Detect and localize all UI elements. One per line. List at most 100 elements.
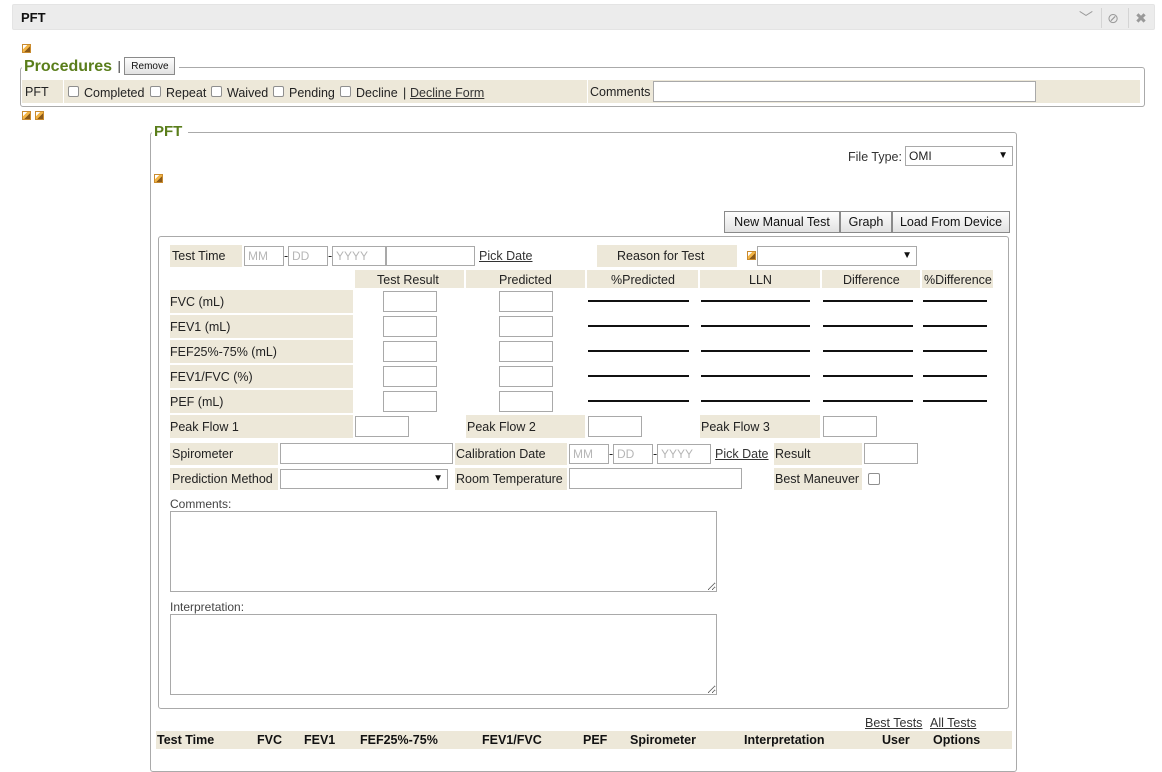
cell-divider xyxy=(63,80,64,103)
grid-header-test-result: Test Result xyxy=(377,273,439,287)
remove-button[interactable]: Remove xyxy=(124,57,176,75)
best-maneuver-checkbox[interactable] xyxy=(868,473,880,485)
pef-lln-value xyxy=(701,400,810,402)
fvc-test-result-input[interactable] xyxy=(383,291,437,312)
edit-pencil-icon[interactable] xyxy=(22,111,31,120)
completed-checkbox[interactable] xyxy=(68,86,79,97)
all-tests-link[interactable]: All Tests xyxy=(930,716,976,730)
test-time-label: Test Time xyxy=(172,249,226,263)
close-icon[interactable]: ✖ xyxy=(1131,9,1151,27)
fef-predicted-input[interactable] xyxy=(499,341,553,362)
reason-for-test-select[interactable]: ▼ xyxy=(757,246,917,266)
fev1-fvc-predicted-input[interactable] xyxy=(499,366,553,387)
grid-header-percent-predicted: %Predicted xyxy=(611,273,675,287)
peak-flow-3-input[interactable] xyxy=(823,416,877,437)
results-col-test-time[interactable]: Test Time xyxy=(157,733,214,747)
calibration-pick-date-link[interactable]: Pick Date xyxy=(715,447,769,461)
collapse-icon[interactable]: ﹀ xyxy=(1076,9,1096,27)
decline-form-link[interactable]: Decline Form xyxy=(410,86,484,100)
procedures-legend: Procedures | Remove xyxy=(22,57,180,76)
result-input[interactable] xyxy=(864,443,918,464)
graph-button[interactable]: Graph xyxy=(840,211,892,233)
procedure-comments-input[interactable] xyxy=(653,81,1036,102)
fvc-predicted-input[interactable] xyxy=(499,291,553,312)
grid-header-predicted: Predicted xyxy=(499,273,552,287)
decline-checkbox[interactable] xyxy=(340,86,351,97)
new-manual-test-button[interactable]: New Manual Test xyxy=(724,211,840,233)
grid-row-fef-label: FEF25%-75% (mL) xyxy=(170,345,277,359)
fev1-fvc-test-result-input[interactable] xyxy=(383,366,437,387)
results-col-user[interactable]: User xyxy=(882,733,910,747)
test-time-day-input[interactable]: DD xyxy=(288,246,328,266)
dropdown-arrow-icon: ▼ xyxy=(433,473,443,484)
best-maneuver-label: Best Maneuver xyxy=(775,472,860,486)
fev1-percent-difference-value xyxy=(923,325,987,327)
results-col-spirometer[interactable]: Spirometer xyxy=(630,733,696,747)
peak-flow-2-input[interactable] xyxy=(588,416,642,437)
calibration-day-input[interactable]: DD xyxy=(613,444,653,464)
grid-header-percent-difference: %Difference xyxy=(924,273,992,287)
procedure-name: PFT xyxy=(25,85,49,99)
pef-predicted-input[interactable] xyxy=(499,391,553,412)
spirometer-label: Spirometer xyxy=(172,447,234,461)
results-col-options[interactable]: Options xyxy=(933,733,980,747)
edit-pencil-icon[interactable] xyxy=(22,44,31,53)
test-time-time-input[interactable] xyxy=(386,246,475,266)
comments-textarea[interactable] xyxy=(170,511,717,592)
results-col-fvc[interactable]: FVC xyxy=(257,733,282,747)
interpretation-textarea[interactable] xyxy=(170,614,717,695)
calibration-month-input[interactable]: MM xyxy=(569,444,609,464)
grid-row-fev1-fvc-label: FEV1/FVC (%) xyxy=(170,370,253,384)
file-type-select[interactable]: OMI ▼ xyxy=(905,146,1013,166)
fev1-predicted-input[interactable] xyxy=(499,316,553,337)
test-time-year-input[interactable]: YYYY xyxy=(332,246,386,266)
prediction-method-select[interactable]: ▼ xyxy=(280,469,448,489)
decline-label: Decline xyxy=(356,86,398,100)
peak-flow-3-label: Peak Flow 3 xyxy=(701,420,770,434)
results-col-fef[interactable]: FEF25%-75% xyxy=(360,733,438,747)
edit-pencil-icon[interactable] xyxy=(35,111,44,120)
fev1-test-result-input[interactable] xyxy=(383,316,437,337)
fev1-fvc-lln-value xyxy=(701,375,810,377)
best-tests-link[interactable]: Best Tests xyxy=(865,716,922,730)
grid-row-fev1-label: FEV1 (mL) xyxy=(170,320,231,334)
edit-pencil-icon[interactable] xyxy=(747,251,756,260)
comments-label: Comments: xyxy=(170,497,232,511)
results-col-fev1[interactable]: FEV1 xyxy=(304,733,335,747)
fev1-fvc-percent-difference-value xyxy=(923,375,987,377)
fef-lln-value xyxy=(701,350,810,352)
waived-checkbox[interactable] xyxy=(211,86,222,97)
pending-checkbox[interactable] xyxy=(273,86,284,97)
results-col-pef[interactable]: PEF xyxy=(583,733,607,747)
peak-flow-1-label: Peak Flow 1 xyxy=(170,420,239,434)
cell-divider xyxy=(587,80,588,103)
room-temperature-input[interactable] xyxy=(569,468,742,489)
fef-test-result-input[interactable] xyxy=(383,341,437,362)
peak-flow-2-label: Peak Flow 2 xyxy=(467,420,536,434)
prediction-method-label: Prediction Method xyxy=(172,472,273,486)
titlebar-separator xyxy=(1128,8,1129,28)
file-type-value: OMI xyxy=(909,149,932,163)
pef-test-result-input[interactable] xyxy=(383,391,437,412)
procedures-title: Procedures xyxy=(22,57,115,75)
fvc-lln-value xyxy=(701,300,810,302)
peak-flow-1-input[interactable] xyxy=(355,416,409,437)
test-time-pick-date-link[interactable]: Pick Date xyxy=(479,249,533,263)
edit-pencil-icon[interactable] xyxy=(154,174,163,183)
results-col-interpretation[interactable]: Interpretation xyxy=(744,733,825,747)
grid-header-difference: Difference xyxy=(843,273,900,287)
repeat-label: Repeat xyxy=(166,86,207,100)
results-col-fev1-fvc[interactable]: FEV1/FVC xyxy=(482,733,542,747)
calibration-date-label: Calibration Date xyxy=(456,447,546,461)
load-from-device-button[interactable]: Load From Device xyxy=(892,211,1010,233)
block-icon[interactable]: ⊘ xyxy=(1103,9,1123,27)
fef-percent-difference-value xyxy=(923,350,987,352)
spirometer-input[interactable] xyxy=(280,443,453,464)
decline-separator: | xyxy=(403,86,407,100)
fev1-lln-value xyxy=(701,325,810,327)
pef-percent-difference-value xyxy=(923,400,987,402)
calibration-year-input[interactable]: YYYY xyxy=(657,444,711,464)
test-time-month-input[interactable]: MM xyxy=(244,246,284,266)
repeat-checkbox[interactable] xyxy=(150,86,161,97)
pft-legend: PFT xyxy=(152,123,189,140)
